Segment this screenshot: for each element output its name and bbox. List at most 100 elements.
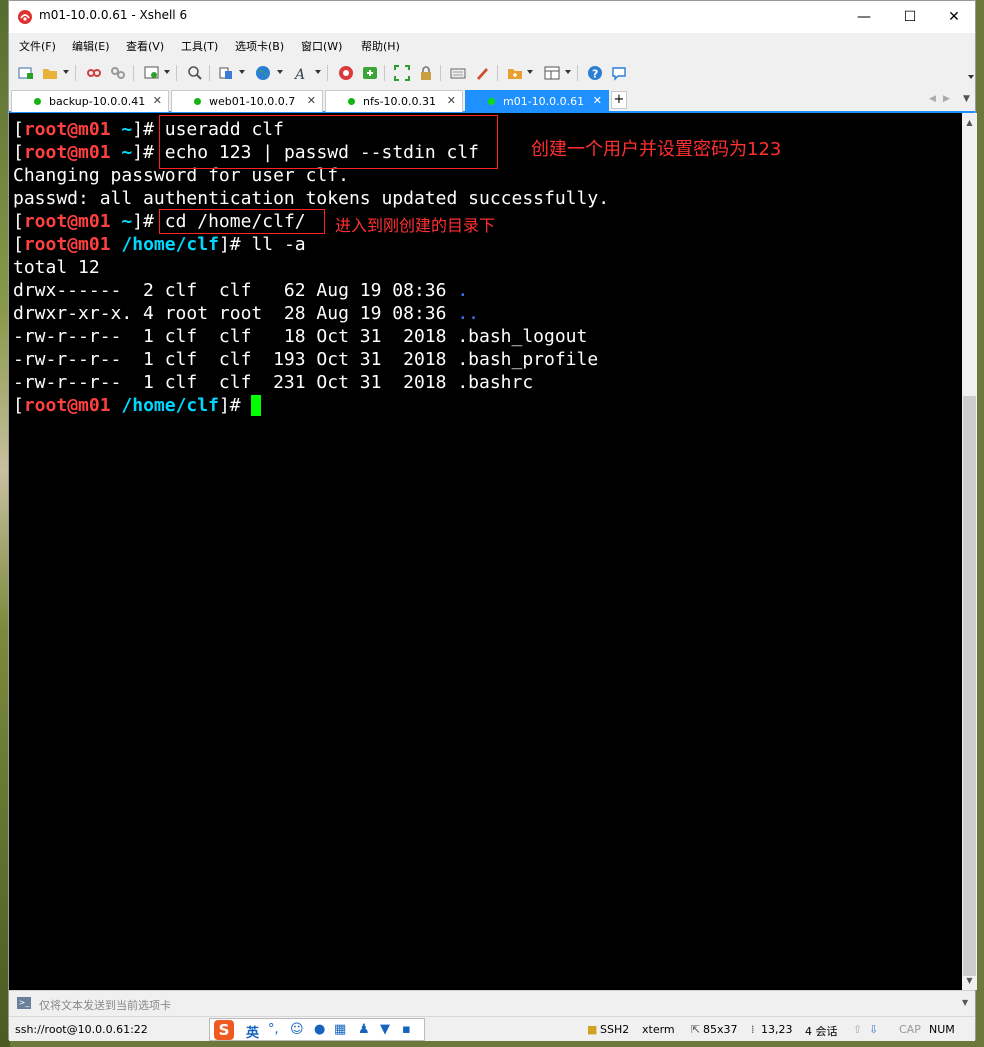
tab-close-icon[interactable]: ✕ [447,94,456,107]
menu-window[interactable]: 窗口(W) [301,38,342,54]
menu-bar: 文件(F) 编辑(E) 查看(V) 工具(T) 选项卡(B) 窗口(W) 帮助(… [9,33,975,57]
tab-backup[interactable]: backup-10.0.0.41 ✕ [11,90,169,112]
status-bar: ssh://root@10.0.0.61:22 S 英 °, ☺ ● ▦ ♟ ▼… [9,1016,975,1041]
new-tab-button[interactable]: + [611,91,627,109]
prompt-dir: /home/clf [121,395,219,416]
properties-icon[interactable] [143,64,161,82]
terminal-cursor [251,395,262,416]
open-folder-icon[interactable] [41,64,59,82]
maximize-button[interactable]: ☐ [887,1,933,33]
search-icon[interactable] [186,64,204,82]
globe-icon[interactable] [254,64,272,82]
folder-dropdown-icon[interactable] [527,70,533,74]
sogou-logo-icon[interactable]: S [214,1020,234,1040]
tab-close-icon[interactable]: ✕ [307,94,316,107]
prompt-user: root@m01 [23,142,111,163]
protocol-label: SSH2 [600,1023,630,1036]
new-session-icon[interactable] [17,64,35,82]
terminal-line: [root@m01 /home/clf]# [13,394,262,417]
tab-label: nfs-10.0.0.31 [363,95,437,108]
compose-icon[interactable]: >_ [17,997,31,1009]
terminal-line: [root@m01 /home/clf]# ll -a [13,234,306,255]
new-folder-icon[interactable] [506,64,524,82]
copy-paste-icon[interactable] [217,64,235,82]
xftp-icon[interactable] [361,64,379,82]
disconnect-icon[interactable] [109,64,127,82]
compose-dropdown-icon[interactable]: ▼ [962,998,968,1007]
toolbar-overflow-icon[interactable] [968,75,974,79]
help-icon[interactable]: ? [586,64,604,82]
terminal-scrollbar[interactable]: ▲ ▼ [962,113,977,990]
lock-icon[interactable] [417,64,435,82]
minimize-button[interactable]: — [841,1,887,33]
upload-arrow-icon: ⇧ [853,1023,863,1036]
scroll-down-icon[interactable]: ▼ [962,973,977,988]
command-text: ll -a [251,234,306,255]
properties-dropdown-icon[interactable] [164,70,170,74]
tab-scroll-left-icon[interactable]: ◀ [929,94,936,104]
voice-icon[interactable]: ● [314,1022,325,1037]
toolbar-separator [577,65,578,81]
chat-icon[interactable] [610,64,628,82]
menu-tabs[interactable]: 选项卡(B) [235,38,284,54]
tab-list-icon[interactable]: ▼ [963,94,970,104]
menu-view[interactable]: 查看(V) [126,38,164,54]
open-dropdown-icon[interactable] [63,70,69,74]
cursor-pos-icon: ⁞ [751,1023,755,1036]
soft-keyboard-icon[interactable]: ▦ [334,1022,346,1037]
terminal-line: -rw-r--r-- 1 clf clf 18 Oct 31 2018 .bas… [13,326,588,347]
skin-icon[interactable]: ▼ [380,1022,390,1037]
fullscreen-icon[interactable] [393,64,411,82]
prompt-dir: ~ [121,142,133,163]
keyboard-icon[interactable] [449,64,467,82]
xshell-icon[interactable] [337,64,355,82]
toolbar-separator [75,65,76,81]
connect-icon[interactable] [85,64,103,82]
tab-label: m01-10.0.0.61 [503,95,585,108]
emoji-icon[interactable]: ☺ [290,1022,304,1037]
user-icon[interactable]: ♟ [358,1022,370,1037]
tab-m01[interactable]: m01-10.0.0.61 ✕ [465,90,609,112]
ime-mode[interactable]: 英 [246,1022,259,1041]
toolbar-separator [384,65,385,81]
file-meta: drwxr-xr-x. 4 root root 28 Aug 19 08:36 [13,303,458,324]
toolbar-separator [176,65,177,81]
globe-dropdown-icon[interactable] [277,70,283,74]
terminal-area[interactable]: [root@m01 ~]# useradd clf [root@m01 ~]# … [9,113,962,990]
scroll-up-icon[interactable]: ▲ [962,115,977,130]
compose-input[interactable]: 仅将文本发送到当前选项卡 [39,997,171,1013]
tab-scroll-right-icon[interactable]: ▶ [943,94,950,104]
tab-web01[interactable]: web01-10.0.0.7 ✕ [171,90,323,112]
terminal-line: -rw-r--r-- 1 clf clf 231 Oct 31 2018 .ba… [13,372,534,393]
menu-edit[interactable]: 编辑(E) [72,38,110,54]
terminal-size: 85x37 [703,1023,738,1036]
layout-dropdown-icon[interactable] [565,70,571,74]
toolbar-separator [440,65,441,81]
close-button[interactable]: ✕ [931,1,977,33]
font-icon[interactable]: A [293,64,311,82]
scrollbar-thumb[interactable] [963,396,976,976]
download-arrow-icon: ⇩ [869,1023,879,1036]
cursor-position: 13,23 [761,1023,793,1036]
session-tab-bar: backup-10.0.0.41 ✕ web01-10.0.0.7 ✕ nfs-… [9,89,975,113]
tab-close-icon[interactable]: ✕ [153,94,162,107]
punctuation-icon[interactable]: °, [268,1022,279,1037]
dir-name: . [457,280,469,301]
tab-nfs[interactable]: nfs-10.0.0.31 ✕ [325,90,463,112]
size-icon: ⇱ [691,1023,701,1036]
caps-lock-indicator: CAP [899,1023,921,1036]
menu-tools[interactable]: 工具(T) [181,38,218,54]
tab-label: web01-10.0.0.7 [209,95,296,108]
script-icon[interactable] [473,64,491,82]
menu-help[interactable]: 帮助(H) [361,38,400,54]
terminal-line: drwx------ 2 clf clf 62 Aug 19 08:36 . [13,279,468,302]
connected-status-icon [348,98,355,105]
menu-file[interactable]: 文件(F) [19,38,56,54]
tab-close-icon[interactable]: ✕ [593,94,602,107]
copy-dropdown-icon[interactable] [239,70,245,74]
connection-string: ssh://root@10.0.0.61:22 [15,1023,148,1036]
layout-icon[interactable] [543,64,561,82]
toolbox-icon[interactable]: ▪ [402,1022,411,1037]
font-dropdown-icon[interactable] [315,70,321,74]
window-title: m01-10.0.0.61 - Xshell 6 [39,8,188,22]
